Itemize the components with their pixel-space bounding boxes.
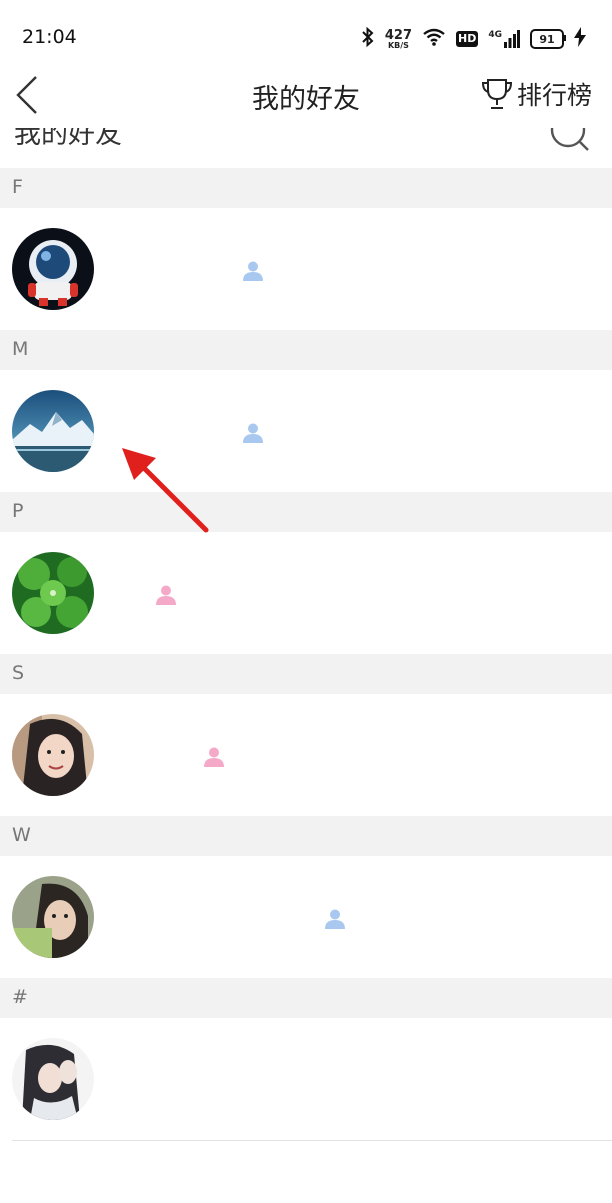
user-male-icon [324,908,346,930]
leaderboard-label: 排行榜 [516,81,592,110]
section-header-m: M [0,330,612,370]
user-female-icon [155,584,177,606]
hd-badge: HD [456,31,479,47]
trophy-icon [481,79,512,109]
avatar[interactable] [12,228,94,310]
annotation-arrow-icon [122,448,209,533]
section-header-s: S [0,654,612,694]
network-speed: 427 KB/S [384,27,412,50]
status-time: 21:04 [22,26,77,48]
section-header-f: F [0,168,612,208]
avatar[interactable] [12,714,94,796]
search-bar[interactable]: 我的好友 [0,128,612,168]
friend-row[interactable] [0,694,612,816]
user-male-icon [242,260,264,282]
battery-indicator: 91 [530,29,566,49]
section-letter: F [12,176,23,198]
avatar[interactable] [12,390,94,472]
list-bottom-divider [12,1140,612,1141]
avatar[interactable] [12,552,94,634]
friend-row[interactable] [0,856,612,978]
user-male-icon [242,422,264,444]
avatar[interactable] [12,876,94,958]
section-letter: P [12,500,24,522]
signal-icon: 4G [488,30,520,48]
status-icons: 427 KB/S HD 4G 91 [361,25,586,53]
user-female-icon [203,746,225,768]
avatar[interactable] [12,1038,94,1120]
section-header-w: W [0,816,612,856]
status-bar: 21:04 427 KB/S HD 4G 91 [0,0,612,62]
leaderboard-button[interactable]: 排行榜 [481,76,592,112]
section-letter: W [12,824,31,846]
friend-row[interactable] [0,1018,612,1140]
friend-row[interactable] [0,370,612,492]
nav-bar: 我的好友 排行榜 [0,62,612,129]
search-bar-label: 我的好友 [14,128,122,150]
section-letter: S [12,662,25,684]
section-letter: M [12,338,29,360]
search-icon[interactable] [546,128,592,158]
charging-icon [574,27,586,51]
section-header-p: P [0,492,612,532]
friend-row[interactable] [0,208,612,330]
wifi-icon [422,27,446,51]
friend-row[interactable] [0,532,612,654]
section-letter: # [12,986,28,1008]
section-header-hash: # [0,978,612,1018]
bluetooth-icon [361,26,375,52]
